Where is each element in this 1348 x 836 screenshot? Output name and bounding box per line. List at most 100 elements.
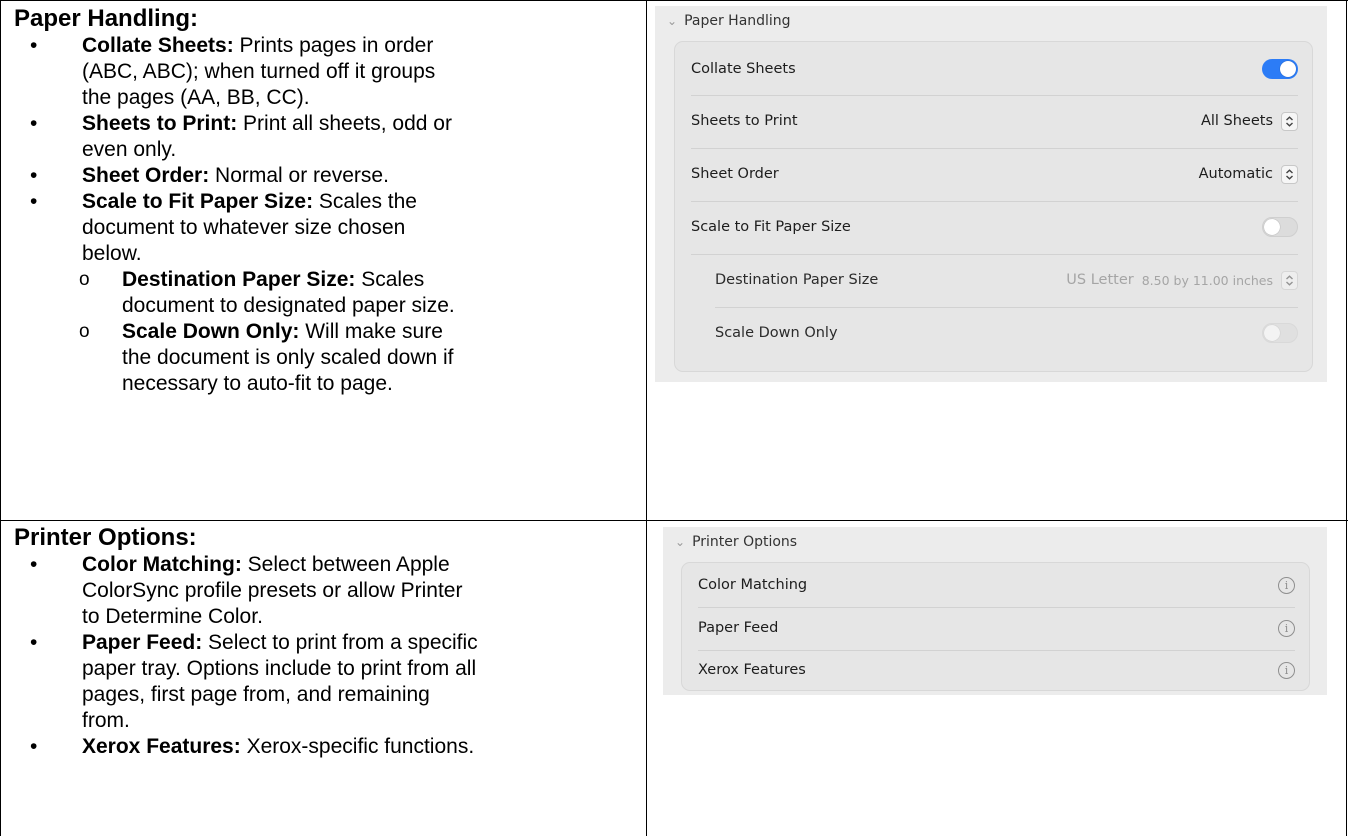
bullet: • [30,631,38,654]
list-item-sheet-order: • Sheet Order: Normal or reverse. [14,163,634,189]
scale-to-fit-label: Scale to Fit Paper Size [691,219,851,235]
definition: Normal or reverse. [209,164,389,187]
printer-options-disclosure[interactable]: ⌄ Printer Options [675,534,797,550]
destination-paper-size-label: Destination Paper Size [715,272,879,288]
popup-value: All Sheets [1200,113,1273,129]
info-icon[interactable]: i [1278,576,1295,594]
section-heading: Paper Handling: [14,5,199,32]
definition: Print all sheets, odd or [237,112,452,135]
info-icon[interactable]: i [1278,619,1295,637]
definition: Scales the [313,190,417,213]
term: Color Matching: [82,553,242,576]
sub-bullet: o [79,269,90,290]
printer-options-panel: ⌄ Printer Options Color Matching i Paper… [663,527,1327,695]
scale-down-only-label: Scale Down Only [715,325,838,341]
sheets-to-print-row: Sheets to Print All Sheets [691,108,1298,134]
term: Sheets to Print: [82,112,238,135]
list-subitem-destination-paper-size: o Destination Paper Size: Scales documen… [14,267,634,319]
table-border-middle [646,0,647,836]
definition: below. [82,242,142,265]
bullet: • [30,553,38,576]
definition: ColorSync profile presets or allow Print… [82,579,463,602]
list-item-color-matching: • Color Matching: Select between Apple C… [14,552,634,630]
chevron-down-icon: ⌄ [675,535,686,549]
scale-to-fit-row: Scale to Fit Paper Size [691,214,1298,240]
term: Sheet Order: [82,164,210,187]
definition: the document is only scaled down if [122,346,454,369]
definition: document to designated paper size. [122,294,455,317]
collate-sheets-toggle[interactable] [1262,59,1298,79]
definition: the pages (AA, BB, CC). [82,86,310,109]
info-icon[interactable]: i [1278,661,1295,679]
destination-paper-size-row: Destination Paper Size US Letter 8.50 by… [715,267,1298,293]
list-item-scale-to-fit: • Scale to Fit Paper Size: Scales the do… [14,189,634,267]
panel-header-label: Printer Options [692,534,798,550]
bullet: • [30,112,38,135]
term: Scale Down Only: [122,320,300,343]
collate-sheets-row: Collate Sheets [691,56,1298,82]
bullet: • [30,735,38,758]
up-down-chevron-icon [1281,111,1298,131]
divider [691,201,1298,202]
sheet-order-label: Sheet Order [691,166,779,182]
definition: even only. [82,138,177,161]
definition: Will make sure [299,320,443,343]
divider [691,95,1298,96]
collate-sheets-label: Collate Sheets [691,61,796,77]
paper-feed-row[interactable]: Paper Feed i [698,615,1295,641]
definition: from. [82,709,130,732]
section-heading: Printer Options: [14,524,197,551]
toggle-knob [1280,61,1296,77]
bullet: • [30,34,38,57]
xerox-features-row[interactable]: Xerox Features i [698,657,1295,683]
list-subitem-scale-down-only: o Scale Down Only: Will make sure the do… [14,319,634,397]
term: Scale to Fit Paper Size: [82,190,314,213]
toggle-knob [1264,325,1280,341]
table-border-top [0,0,1348,1]
divider [698,607,1295,608]
sheets-to-print-popup[interactable]: All Sheets [1200,111,1298,131]
sheet-order-row: Sheet Order Automatic [691,161,1298,187]
up-down-chevron-icon [1281,270,1298,290]
definition: paper tray. Options include to print fro… [82,657,477,680]
toggle-knob [1264,219,1280,235]
definition: necessary to auto-fit to page. [122,372,393,395]
scale-down-only-row: Scale Down Only [715,320,1298,346]
definition: Xerox-specific functions. [240,735,475,758]
panel-header-label: Paper Handling [684,13,791,29]
list-item-collate-sheets: • Collate Sheets: Prints pages in order … [14,33,634,111]
definition: Prints pages in order [233,34,434,57]
list-item-sheets-to-print: • Sheets to Print: Print all sheets, odd… [14,111,634,163]
sheets-to-print-label: Sheets to Print [691,113,798,129]
printer-options-group: Color Matching i Paper Feed i Xerox Feat… [681,562,1310,691]
divider [691,148,1298,149]
paper-handling-group: Collate Sheets Sheets to Print All Sheet… [674,41,1313,372]
table-border-right [1346,0,1347,836]
bullet: • [30,190,38,213]
term: Paper Feed: [82,631,203,654]
color-matching-row[interactable]: Color Matching i [698,572,1295,598]
popup-value: Automatic [1198,166,1273,182]
sub-bullet: o [79,321,90,342]
sheet-order-popup[interactable]: Automatic [1198,164,1298,184]
term: Xerox Features: [82,735,241,758]
up-down-chevron-icon [1281,164,1298,184]
definition: to Determine Color. [82,605,263,628]
list-item-paper-feed: • Paper Feed: Select to print from a spe… [14,630,634,734]
table-row-divider [0,520,1348,521]
definition: Select between Apple [241,553,450,576]
term: Collate Sheets: [82,34,234,57]
definition: Select to print from a specific [202,631,478,654]
definition: pages, first page from, and remaining [82,683,430,706]
paper-handling-list: • Collate Sheets: Prints pages in order … [14,33,634,397]
popup-value: US Letter [1066,272,1134,288]
printer-options-description: Printer Options: • Color Matching: Selec… [14,524,634,760]
paper-handling-disclosure[interactable]: ⌄ Paper Handling [667,13,791,29]
destination-paper-size-popup[interactable]: US Letter 8.50 by 11.00 inches [1066,270,1298,290]
table-border-left [0,0,1,836]
scale-to-fit-toggle[interactable] [1262,217,1298,237]
scale-down-only-toggle[interactable] [1262,323,1298,343]
xerox-features-label: Xerox Features [698,662,806,678]
popup-detail: 8.50 by 11.00 inches [1141,272,1273,288]
bullet: • [30,164,38,187]
